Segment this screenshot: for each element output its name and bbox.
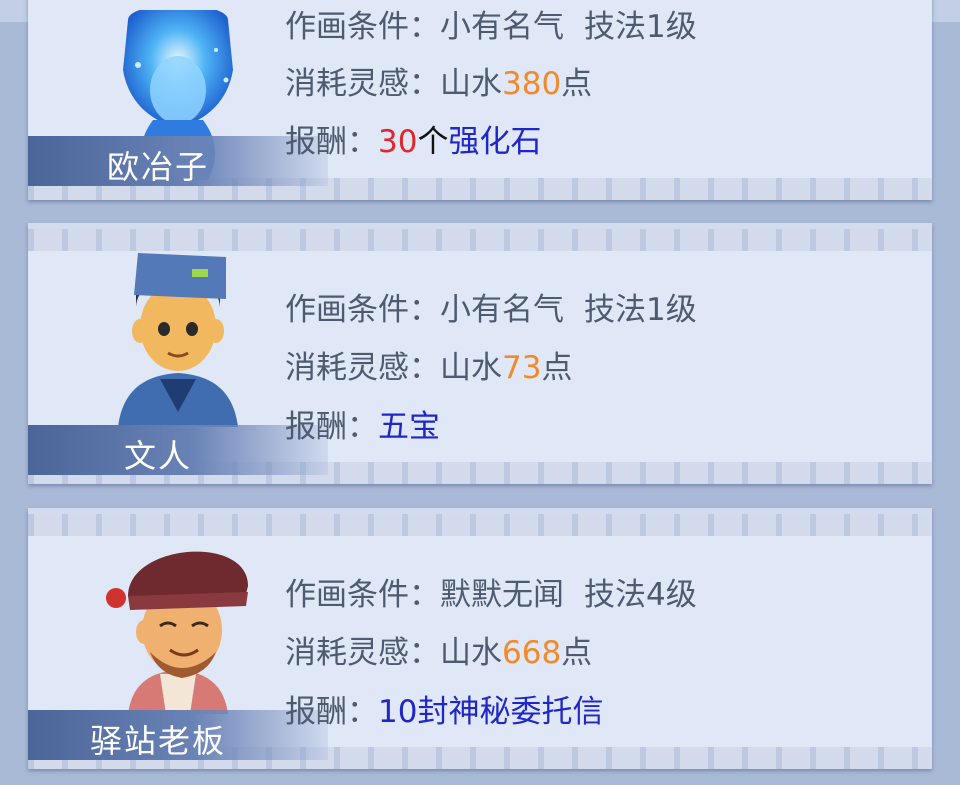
cost-unit: 点 [561, 635, 593, 671]
reward-line: 报酬：五宝 [285, 401, 440, 446]
reward-count: 30 [378, 124, 418, 160]
condition-label: 作画条件： [285, 577, 440, 613]
cost-value: 380 [502, 66, 562, 102]
commission-card-wenren[interactable]: 文人 作画条件：小有名气 技法1级 消耗灵感：山水73点 报酬：五宝 [28, 223, 932, 484]
npc-name: 驿站老板 [89, 722, 226, 760]
cost-label: 消耗灵感： [285, 350, 440, 386]
npc-name: 欧冶子 [106, 148, 209, 186]
commission-card-innkeeper[interactable]: 驿站老板 作画条件：默默无闻 技法4级 消耗灵感：山水668点 报酬：10封神秘委… [28, 508, 932, 769]
npc-name-bar: 文人 [28, 425, 328, 475]
innkeeper-portrait [106, 551, 248, 714]
cost-label: 消耗灵感： [285, 635, 440, 671]
condition-skill: 技法4级 [584, 577, 697, 613]
reward-label: 报酬： [285, 409, 378, 445]
commission-card-ouyezi[interactable]: 欧冶子 作画条件：小有名气 技法1级 消耗灵感：山水380点 报酬：30个强化石 [28, 0, 932, 200]
condition-skill: 技法1级 [584, 292, 697, 328]
reward-line: 报酬：10封神秘委托信 [285, 686, 603, 731]
npc-name: 文人 [123, 437, 192, 475]
cost-type: 山水 [440, 635, 502, 671]
condition-line: 作画条件：小有名气 技法1级 [285, 1, 697, 46]
condition-fame: 小有名气 [440, 9, 564, 45]
cost-line: 消耗灵感：山水73点 [285, 342, 572, 387]
condition-label: 作画条件： [285, 9, 440, 45]
reward-label: 报酬： [285, 124, 378, 160]
reward-line: 报酬：30个强化石 [285, 116, 541, 161]
cost-line: 消耗灵感：山水380点 [285, 58, 592, 103]
reward-label: 报酬： [285, 694, 378, 730]
condition-skill: 技法1级 [584, 9, 697, 45]
cost-line: 消耗灵感：山水668点 [285, 627, 592, 672]
card-ornament-band [28, 514, 932, 536]
scholar-portrait [118, 253, 238, 427]
condition-line: 作画条件：小有名气 技法1级 [285, 284, 697, 329]
condition-fame: 小有名气 [440, 292, 564, 328]
condition-fame: 默默无闻 [440, 577, 564, 613]
condition-line: 作画条件：默默无闻 技法4级 [285, 569, 697, 614]
cost-unit: 点 [561, 66, 593, 102]
cost-value: 73 [502, 350, 542, 386]
reward-item: 五宝 [378, 409, 440, 445]
condition-label: 作画条件： [285, 292, 440, 328]
reward-item: 强化石 [448, 124, 542, 160]
npc-name-bar: 驿站老板 [28, 710, 328, 760]
reward-measure: 个 [417, 124, 449, 160]
cost-value: 668 [502, 635, 562, 671]
cost-label: 消耗灵感： [285, 66, 440, 102]
reward-item: 10封神秘委托信 [378, 694, 604, 730]
cost-type: 山水 [440, 66, 502, 102]
npc-name-bar: 欧冶子 [28, 136, 328, 186]
cost-type: 山水 [440, 350, 502, 386]
cost-unit: 点 [541, 350, 573, 386]
